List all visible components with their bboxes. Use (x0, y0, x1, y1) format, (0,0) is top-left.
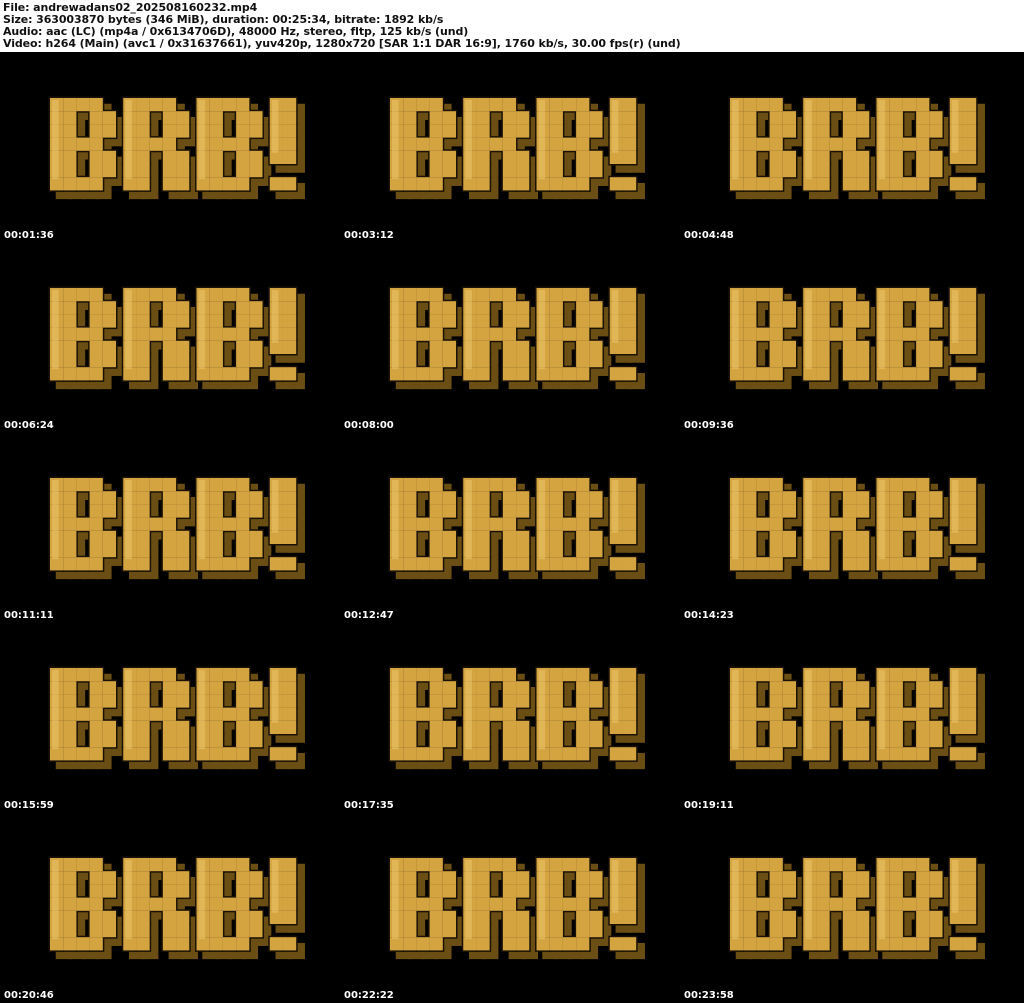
thumbnail-timestamp: 00:12:47 (344, 610, 394, 621)
thumbnail-timestamp: 00:14:23 (684, 610, 734, 621)
thumbnail-timestamp: 00:09:36 (684, 420, 734, 431)
thumbnail-timestamp: 00:17:35 (344, 800, 394, 811)
thumbnail-frame: 00:01:36 (0, 52, 340, 242)
thumbnail-grid: 00:01:36 00:03:12 00:04:48 00:06:24 00:08:00… (0, 52, 1024, 1003)
brb-logo-image (728, 666, 985, 770)
brb-logo-image (48, 476, 305, 580)
thumbnail-frame: 00:03:12 (340, 52, 680, 242)
thumbnail-frame: 00:12:47 (340, 432, 680, 622)
thumbnail-timestamp: 00:15:59 (4, 800, 54, 811)
thumbnail-timestamp: 00:20:46 (4, 990, 54, 1001)
brb-logo-image (48, 96, 305, 200)
thumbnail-frame: 00:04:48 (680, 52, 1020, 242)
brb-logo-image (728, 96, 985, 200)
brb-logo-image (48, 666, 305, 770)
thumbnail-frame: 00:20:46 (0, 812, 340, 1002)
thumbnail-timestamp: 00:06:24 (4, 420, 54, 431)
thumbnail-frame: 00:06:24 (0, 242, 340, 432)
thumbnail-frame: 00:09:36 (680, 242, 1020, 432)
thumbnail-timestamp: 00:22:22 (344, 990, 394, 1001)
brb-logo-image (388, 666, 645, 770)
thumbnail-frame: 00:14:23 (680, 432, 1020, 622)
brb-logo-image (48, 286, 305, 390)
thumbnail-timestamp: 00:01:36 (4, 230, 54, 241)
thumbnail-frame: 00:17:35 (340, 622, 680, 812)
thumbnail-frame: 00:15:59 (0, 622, 340, 812)
thumbnail-frame: 00:11:11 (0, 432, 340, 622)
brb-logo-image (728, 476, 985, 580)
thumbnail-frame: 00:22:22 (340, 812, 680, 1002)
thumbnail-timestamp: 00:23:58 (684, 990, 734, 1001)
brb-logo-image (48, 856, 305, 960)
brb-logo-image (388, 856, 645, 960)
brb-logo-image (728, 286, 985, 390)
thumbnail-timestamp: 00:03:12 (344, 230, 394, 241)
brb-logo-image (388, 286, 645, 390)
thumbnail-frame: 00:23:58 (680, 812, 1020, 1002)
video-info-header: File: andrewadans02_202508160232.mp4 Siz… (0, 0, 1024, 52)
brb-logo-image (728, 856, 985, 960)
brb-logo-image (388, 96, 645, 200)
thumbnail-frame: 00:19:11 (680, 622, 1020, 812)
thumbnail-timestamp: 00:11:11 (4, 610, 54, 621)
thumbnail-timestamp: 00:19:11 (684, 800, 734, 811)
brb-logo-image (388, 476, 645, 580)
video-info-line: Video: h264 (Main) (avc1 / 0x31637661), … (3, 37, 681, 50)
thumbnail-timestamp: 00:04:48 (684, 230, 734, 241)
thumbnail-frame: 00:08:00 (340, 242, 680, 432)
thumbnail-timestamp: 00:08:00 (344, 420, 394, 431)
